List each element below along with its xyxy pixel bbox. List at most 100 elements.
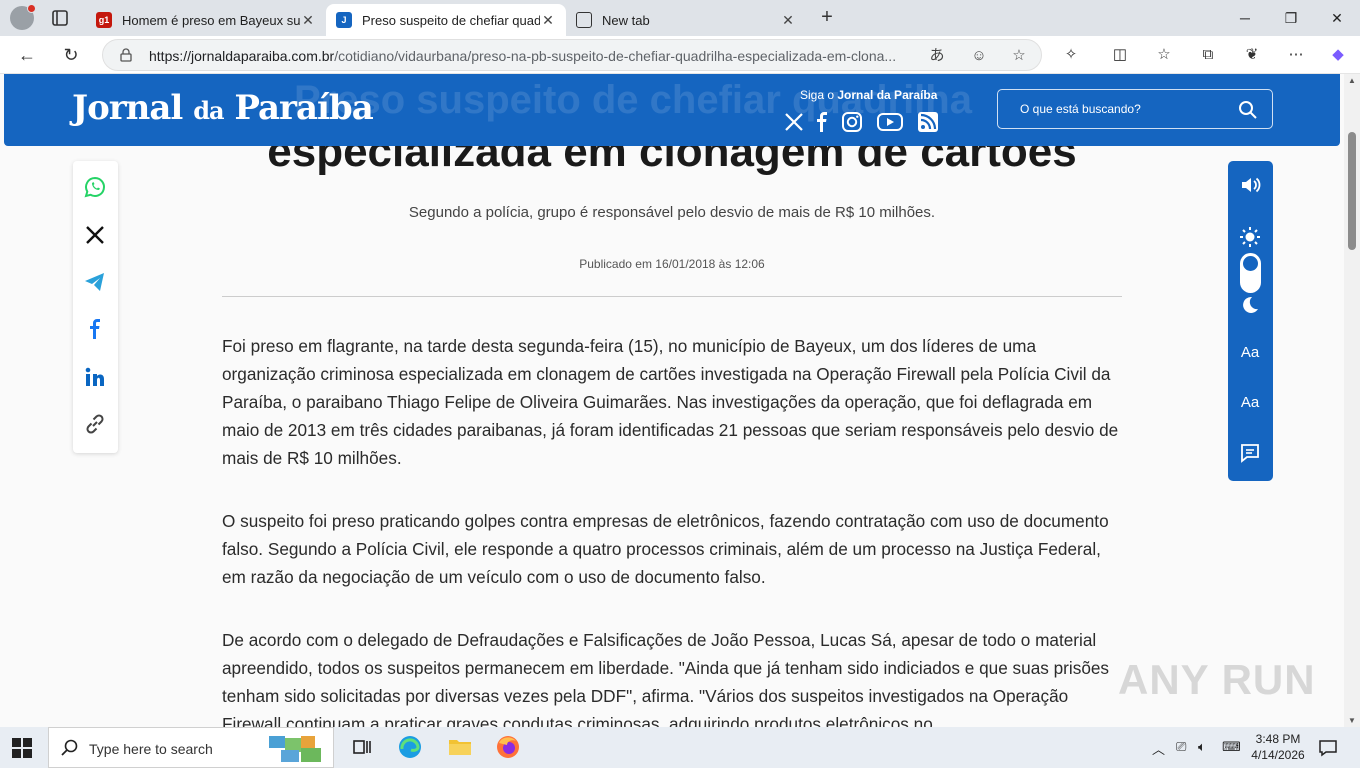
telegram-icon[interactable] bbox=[83, 270, 107, 294]
linkedin-icon[interactable] bbox=[83, 365, 107, 389]
performance-icon[interactable]: ❦ bbox=[1241, 44, 1263, 66]
article-paragraph: O suspeito foi preso praticando golpes c… bbox=[222, 511, 1109, 587]
site-header: Preso suspeito de chefiar quadrilha Jorn… bbox=[4, 74, 1340, 146]
toggle-knob bbox=[1243, 256, 1258, 271]
system-clock[interactable]: 3:48 PM 4/14/2026 bbox=[1246, 731, 1310, 763]
share-bar bbox=[73, 161, 118, 453]
network-icon[interactable]: ⎚ bbox=[1176, 739, 1186, 755]
tab-jornal[interactable]: J Preso suspeito de chefiar quadrilh ✕ bbox=[326, 4, 566, 36]
speaker-icon[interactable] bbox=[1238, 173, 1262, 197]
close-tab-icon[interactable]: ✕ bbox=[300, 12, 316, 29]
url-path: /cotidiano/vidaurbana/preso-na-pb-suspei… bbox=[334, 48, 897, 64]
notifications-icon[interactable] bbox=[1318, 738, 1338, 758]
divider bbox=[222, 296, 1122, 297]
collections-icon[interactable]: ⧉ bbox=[1197, 44, 1219, 66]
article-paragraph: De acordo com o delegado de Defraudações… bbox=[222, 630, 1110, 727]
browser-tab-strip: g1 Homem é preso em Bayeux suspe ✕ J Pre… bbox=[0, 0, 1360, 36]
tab-label: Homem é preso em Bayeux suspe bbox=[122, 12, 300, 28]
dark-mode-toggle[interactable] bbox=[1240, 253, 1261, 293]
edge-browser-icon[interactable] bbox=[396, 733, 424, 761]
search-icon bbox=[61, 739, 78, 756]
scroll-up-icon[interactable]: ▲ bbox=[1347, 76, 1357, 85]
windows-start-icon[interactable] bbox=[12, 738, 32, 758]
sun-icon[interactable] bbox=[1238, 225, 1262, 249]
taskbar-search-placeholder: Type here to search bbox=[89, 741, 213, 757]
font-decrease-button[interactable]: Aa bbox=[1238, 391, 1262, 415]
task-view-icon[interactable] bbox=[348, 733, 376, 761]
article-subtitle: Segundo a polícia, grupo é responsável p… bbox=[408, 204, 936, 221]
taskbar-search-input[interactable]: Type here to search bbox=[48, 727, 334, 768]
close-window-icon[interactable]: ✕ bbox=[1314, 6, 1360, 30]
tab-actions-icon[interactable] bbox=[50, 8, 70, 28]
newtab-favicon-icon bbox=[576, 12, 592, 28]
jornal-favicon-icon: J bbox=[336, 12, 352, 28]
font-decrease-label: Aa bbox=[1240, 394, 1260, 411]
accessibility-bar: Aa Aa bbox=[1228, 161, 1273, 481]
whatsapp-icon[interactable] bbox=[83, 175, 107, 199]
tray-chevron-icon[interactable]: ︿ bbox=[1152, 739, 1165, 758]
back-arrow-icon[interactable]: ← bbox=[14, 43, 40, 67]
site-search-input[interactable]: O que está buscando? bbox=[997, 89, 1273, 129]
copy-link-icon[interactable] bbox=[83, 412, 107, 436]
file-explorer-icon[interactable] bbox=[446, 733, 474, 761]
favorites-icon[interactable]: ☆ bbox=[1153, 44, 1175, 66]
url-text: https://jornaldaparaiba.com.br/cotidiano… bbox=[149, 48, 919, 64]
font-increase-label: Aa bbox=[1240, 344, 1260, 361]
follow-brand: Jornal da Paraíba bbox=[837, 88, 938, 102]
g1-favicon-icon: g1 bbox=[96, 12, 112, 28]
close-tab-icon[interactable]: ✕ bbox=[540, 12, 556, 29]
extensions-icon[interactable]: ✧ bbox=[1060, 44, 1082, 66]
site-logo[interactable]: Jornal da Paraíba bbox=[72, 88, 374, 128]
logo-word-paraiba: Paraíba bbox=[234, 88, 373, 128]
search-icon[interactable] bbox=[1238, 100, 1258, 120]
restore-icon[interactable]: ❐ bbox=[1268, 6, 1314, 30]
windows-taskbar: Type here to search ︿ ⎚ 🔈︎ ⌨︎ 3:48 PM 4/… bbox=[0, 727, 1360, 768]
firefox-icon[interactable] bbox=[494, 733, 522, 761]
refresh-icon[interactable]: ↻ bbox=[58, 43, 84, 67]
tab-newtab[interactable]: New tab ✕ bbox=[566, 4, 806, 36]
youtube-icon[interactable] bbox=[876, 110, 904, 134]
tab-label: New tab bbox=[602, 12, 650, 28]
x-twitter-icon[interactable] bbox=[782, 110, 806, 134]
read-aloud-icon[interactable]: あ bbox=[927, 46, 947, 66]
page-scrollbar[interactable]: ▲ ▼ bbox=[1344, 74, 1360, 727]
facebook-share-icon[interactable] bbox=[83, 317, 107, 341]
moon-icon[interactable] bbox=[1238, 293, 1262, 317]
tab-label: Preso suspeito de chefiar quadrilh bbox=[362, 12, 540, 28]
web-page: especializada em clonagem de cartões Seg… bbox=[0, 74, 1344, 727]
copilot-icon[interactable]: ◆ bbox=[1327, 44, 1349, 66]
settings-more-icon[interactable]: ⋯ bbox=[1285, 44, 1307, 66]
volume-icon[interactable]: 🔈︎ bbox=[1198, 739, 1206, 755]
address-bar[interactable]: https://jornaldaparaiba.com.br/cotidiano… bbox=[102, 39, 1042, 71]
x-share-icon[interactable] bbox=[83, 223, 107, 247]
logo-word-da: da bbox=[193, 96, 224, 125]
tab-g1[interactable]: g1 Homem é preso em Bayeux suspe ✕ bbox=[86, 4, 326, 36]
publish-date: Publicado em 16/01/2018 às 12:06 bbox=[579, 257, 765, 271]
scroll-down-icon[interactable]: ▼ bbox=[1347, 716, 1357, 725]
logo-word-jornal: Jornal bbox=[72, 88, 183, 128]
comments-icon[interactable] bbox=[1238, 441, 1262, 465]
language-icon[interactable]: ⌨︎ bbox=[1222, 739, 1241, 755]
instagram-icon[interactable] bbox=[840, 110, 864, 134]
clock-date: 4/14/2026 bbox=[1251, 748, 1305, 762]
minimize-icon[interactable]: ─ bbox=[1222, 6, 1268, 30]
anyrun-watermark: ANY RUN bbox=[1118, 656, 1316, 703]
profile-avatar[interactable] bbox=[10, 4, 36, 30]
close-tab-icon[interactable]: ✕ bbox=[780, 12, 796, 29]
new-tab-plus-icon[interactable]: + bbox=[816, 6, 838, 28]
split-screen-icon[interactable]: ◫ bbox=[1109, 44, 1131, 66]
more-options-icon[interactable]: ☺ bbox=[969, 46, 989, 66]
follow-label: Siga o Jornal da Paraíba bbox=[800, 88, 937, 102]
rss-icon[interactable] bbox=[916, 110, 940, 134]
scrollbar-thumb[interactable] bbox=[1348, 132, 1356, 250]
font-increase-button[interactable]: Aa bbox=[1238, 341, 1262, 365]
browser-toolbar: ← ↻ https://jornaldaparaiba.com.br/cotid… bbox=[0, 36, 1360, 74]
facebook-icon[interactable] bbox=[810, 110, 834, 134]
search-placeholder: O que está buscando? bbox=[1020, 102, 1141, 116]
clock-time: 3:48 PM bbox=[1255, 732, 1301, 746]
article-paragraph: Foi preso em flagrante, na tarde desta s… bbox=[222, 336, 1119, 468]
url-host: https://jornaldaparaiba.com.br bbox=[149, 48, 335, 64]
favorite-star-icon[interactable]: ☆ bbox=[1009, 46, 1029, 66]
lock-icon bbox=[120, 48, 132, 62]
follow-prefix: Siga o bbox=[800, 88, 835, 102]
